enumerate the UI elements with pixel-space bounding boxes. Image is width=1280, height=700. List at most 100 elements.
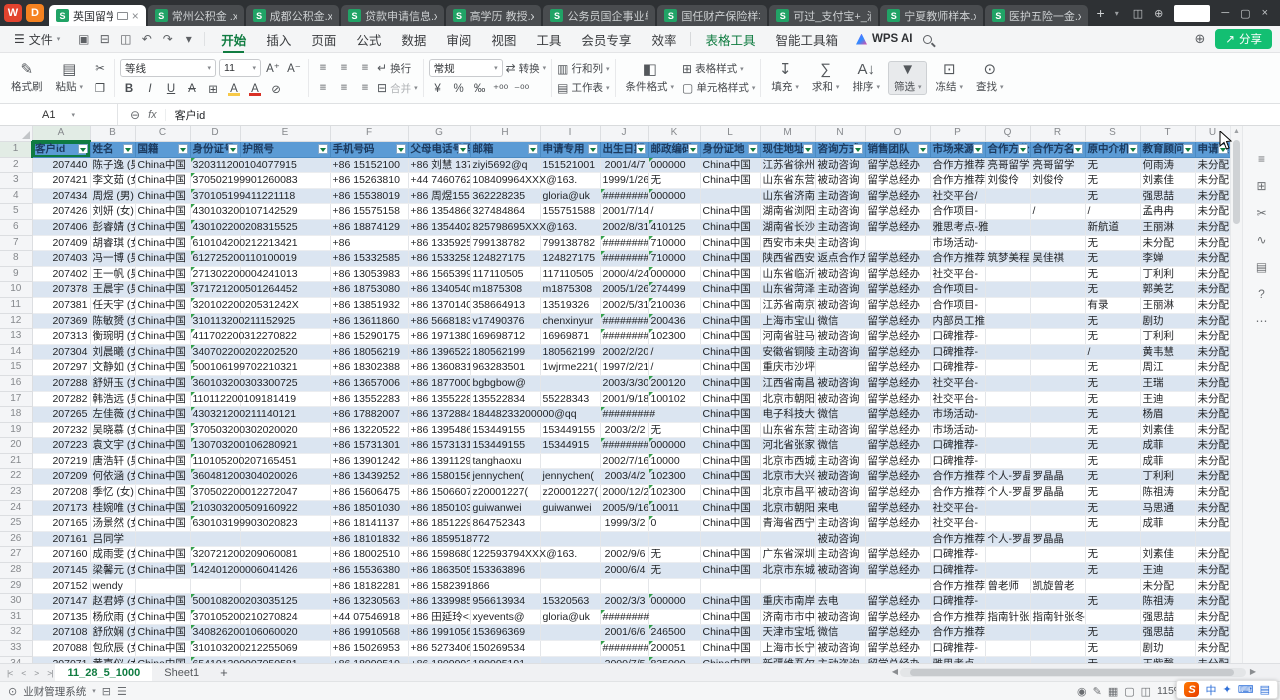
- hscroll-right-icon[interactable]: ▶: [1250, 667, 1256, 676]
- view-break-icon[interactable]: ◫: [1141, 685, 1151, 698]
- borders-button[interactable]: ⊞: [204, 80, 222, 97]
- name-box[interactable]: A1 ▾: [0, 104, 118, 125]
- cell[interactable]: +86 56681836: [408, 313, 470, 329]
- cell[interactable]: #########: [600, 188, 648, 204]
- cell[interactable]: 留学总经办: [865, 563, 930, 579]
- menu-tab-视图[interactable]: 视图: [481, 26, 526, 53]
- cell[interactable]: 被动咨询: [815, 375, 865, 391]
- cell[interactable]: 207145: [32, 563, 90, 579]
- cell[interactable]: 唐浩轩 (男: [90, 453, 135, 469]
- cell[interactable]: 口碑推荐-: [930, 360, 985, 376]
- view-page-icon[interactable]: ▢: [1124, 685, 1134, 698]
- cell[interactable]: 207402: [32, 266, 90, 282]
- first-sheet-icon[interactable]: |<: [4, 668, 15, 678]
- filter-dropdown-icon[interactable]: [123, 144, 133, 154]
- add-sheet-button[interactable]: +: [211, 665, 237, 680]
- cell[interactable]: [700, 531, 760, 547]
- cell[interactable]: +86 1582391866: [408, 578, 470, 594]
- cell[interactable]: 青海省西宁: [760, 516, 815, 532]
- cell[interactable]: 1999/1/26: [600, 173, 648, 189]
- cell[interactable]: 无: [648, 563, 700, 579]
- cell[interactable]: [1030, 516, 1085, 532]
- cell[interactable]: 上海市长宁: [760, 641, 815, 657]
- cell[interactable]: China中国: [135, 594, 190, 610]
- cell[interactable]: 207223: [32, 438, 90, 454]
- cell[interactable]: China中国: [700, 625, 760, 641]
- cell[interactable]: [1030, 656, 1085, 663]
- cell[interactable]: 济南市市中: [760, 609, 815, 625]
- cell[interactable]: 55228343: [540, 391, 600, 407]
- file-menu-button[interactable]: ☰ 文件 ▾: [8, 31, 66, 48]
- redo-icon[interactable]: ↷: [158, 32, 177, 46]
- cell[interactable]: 合作项目-: [930, 204, 985, 220]
- cell[interactable]: 留学总经办: [865, 407, 930, 423]
- header-cell[interactable]: 邮政编码: [648, 141, 700, 157]
- cell[interactable]: 310113200211152925: [190, 313, 240, 329]
- cell[interactable]: 未分配: [1195, 500, 1230, 516]
- align-center-button[interactable]: ≡: [335, 80, 353, 97]
- cell[interactable]: bgbgbow@: [470, 375, 540, 391]
- cell[interactable]: jennychen(: [470, 469, 540, 485]
- filter-dropdown-icon[interactable]: [918, 144, 928, 154]
- filter-dropdown-icon[interactable]: [1183, 144, 1193, 154]
- cell[interactable]: [1085, 609, 1140, 625]
- notebook-icon[interactable]: ▤: [1256, 260, 1267, 274]
- cell[interactable]: 207160: [32, 547, 90, 563]
- cell[interactable]: /: [648, 360, 700, 376]
- cell[interactable]: [700, 188, 760, 204]
- cell[interactable]: 10011: [648, 500, 700, 516]
- cell[interactable]: 刘素佳: [1140, 173, 1195, 189]
- row-number[interactable]: 27: [0, 547, 32, 563]
- cell[interactable]: 18448233200000@qq: [470, 407, 540, 423]
- cell[interactable]: 左佳薇 (女: [90, 407, 135, 423]
- cell[interactable]: 无: [1085, 391, 1140, 407]
- cell[interactable]: [985, 641, 1030, 657]
- cell[interactable]: 无: [1085, 266, 1140, 282]
- cell[interactable]: [540, 375, 600, 391]
- cell[interactable]: 207440: [32, 157, 90, 173]
- cell[interactable]: jennychen(: [540, 469, 600, 485]
- cell[interactable]: +86 1340540988: [408, 282, 470, 298]
- cell[interactable]: 被动咨询: [815, 173, 865, 189]
- cell[interactable]: ########: [600, 313, 648, 329]
- cell[interactable]: [1030, 407, 1085, 423]
- cell[interactable]: 刘素佳: [1140, 547, 1195, 563]
- cell[interactable]: 2000/6/4: [600, 563, 648, 579]
- formula-input[interactable]: 客户id: [166, 107, 206, 123]
- menu-tab-页面[interactable]: 页面: [301, 26, 346, 53]
- cell[interactable]: 去电: [815, 594, 865, 610]
- cell[interactable]: 无: [1085, 547, 1140, 563]
- cell[interactable]: z20001227(: [540, 485, 600, 501]
- cell[interactable]: 留学总经办: [865, 516, 930, 532]
- cell[interactable]: 未分配: [1195, 594, 1230, 610]
- signature-icon[interactable]: ∿: [1256, 233, 1266, 247]
- cell[interactable]: /: [648, 204, 700, 220]
- column-letter-C[interactable]: C: [135, 126, 190, 141]
- cell[interactable]: 未分配: [1195, 297, 1230, 313]
- cell[interactable]: China中国: [135, 344, 190, 360]
- cell[interactable]: 无: [1085, 656, 1140, 663]
- column-letter-S[interactable]: S: [1085, 126, 1140, 141]
- cell[interactable]: 207403: [32, 251, 90, 267]
- cell[interactable]: 153449155: [470, 422, 540, 438]
- cell[interactable]: 合作方推荐: [930, 531, 985, 547]
- cell[interactable]: 370105199411221118: [190, 188, 240, 204]
- cell[interactable]: +86 17882007: [330, 407, 408, 423]
- cell[interactable]: 被动咨询: [815, 563, 865, 579]
- cell[interactable]: 799138782: [470, 235, 540, 251]
- cell[interactable]: 未分配: [1195, 344, 1230, 360]
- cell[interactable]: 430321200211140121: [190, 407, 240, 423]
- cell[interactable]: ########: [600, 438, 648, 454]
- cell[interactable]: 上海市宝山: [760, 313, 815, 329]
- cell[interactable]: gloria@uk: [540, 609, 600, 625]
- cell[interactable]: 2000/12/27: [600, 485, 648, 501]
- cell[interactable]: [985, 453, 1030, 469]
- cell[interactable]: 无: [1085, 282, 1140, 298]
- cell[interactable]: 刘妍 (女): [90, 204, 135, 220]
- cell[interactable]: 2001/6/6: [600, 625, 648, 641]
- cell[interactable]: [1030, 313, 1085, 329]
- column-letter-A[interactable]: A: [32, 126, 90, 141]
- row-number[interactable]: 11: [0, 297, 32, 313]
- cell[interactable]: 主动咨询: [815, 453, 865, 469]
- cell[interactable]: China中国: [700, 157, 760, 173]
